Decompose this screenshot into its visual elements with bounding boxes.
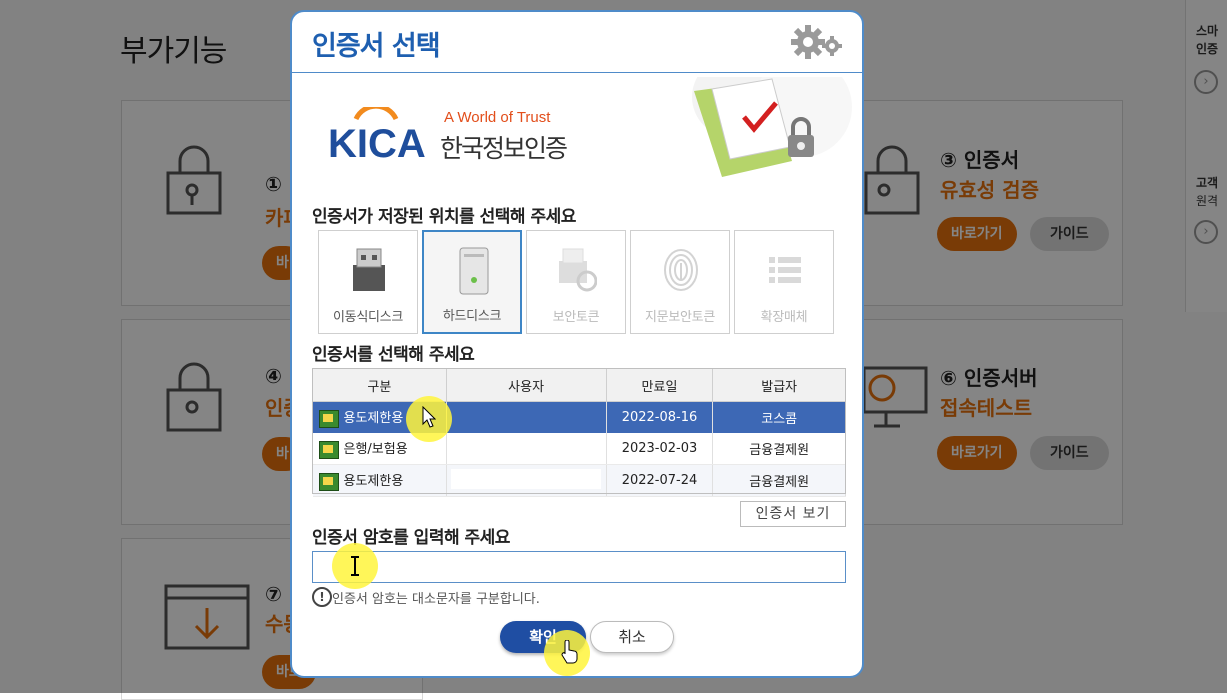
hand-pointer-icon — [561, 640, 578, 664]
location-security-token: 보안토큰 — [526, 230, 626, 334]
kica-logo-icon: KICA — [328, 107, 426, 159]
location-hard-disk[interactable]: 하드디스크 — [422, 230, 522, 334]
column-header: 사용자 — [445, 368, 607, 402]
cert-expiry: 2022-08-16 — [606, 401, 714, 433]
certificate-icon — [318, 409, 339, 428]
column-header: 발급자 — [712, 368, 846, 402]
table-row[interactable]: 용도제한용 2022-07-24 금융결제원 — [312, 464, 846, 497]
text-cursor-icon — [351, 556, 359, 576]
location-label: 지문보안토큰 — [645, 310, 715, 325]
info-icon: ! — [312, 587, 332, 607]
security-token-icon — [559, 248, 597, 292]
cert-type: 용도제한용 — [343, 474, 404, 490]
cert-issuer: 금융결제원 — [712, 464, 846, 497]
cert-expiry: 2023-02-03 — [606, 433, 714, 465]
password-field[interactable] — [312, 551, 846, 583]
certificate-icon — [318, 440, 339, 459]
usb-drive-icon — [353, 248, 385, 291]
cert-type: 은행/보험용 — [343, 442, 408, 458]
location-label: 하드디스크 — [442, 309, 502, 324]
table-header: 구분 사용자 만료일 발급자 — [312, 368, 846, 402]
table-row[interactable]: 용도제한용 2022-08-16 코스콤 — [312, 401, 846, 433]
svg-text:KICA: KICA — [328, 122, 426, 159]
list-icon — [769, 257, 801, 283]
table-row[interactable]: 은행/보험용 2023-02-03 금융결제원 — [312, 433, 846, 465]
cert-issuer: 코스콤 — [712, 401, 846, 433]
cert-issuer: 금융결제원 — [712, 433, 846, 465]
cert-prompt: 인증서를 선택해 주세요 — [312, 345, 475, 365]
fingerprint-icon — [664, 249, 698, 291]
certificate-table: 구분 사용자 만료일 발급자 용도제한용 2022-08-16 코스콤 은행/보… — [312, 368, 846, 497]
password-prompt: 인증서 암호를 입력해 주세요 — [312, 528, 510, 548]
location-fingerprint-token: 지문보안토큰 — [630, 230, 730, 334]
storage-location-group: 이동식디스크 하드디스크 보안토큰 지문보안토큰 확장매체 — [318, 230, 838, 336]
location-label: 보안토큰 — [552, 310, 600, 325]
cancel-button[interactable]: 취소 — [590, 621, 674, 653]
cert-user — [446, 433, 607, 465]
certificate-select-dialog: 인증서 선택 KICA A World of Trust 한국정보인증 인증서가… — [290, 10, 864, 678]
gear-icon[interactable] — [788, 22, 844, 62]
location-prompt: 인증서가 저장된 위치를 선택해 주세요 — [312, 207, 576, 227]
column-header: 만료일 — [605, 368, 714, 402]
location-extended-media: 확장매체 — [734, 230, 834, 334]
hard-disk-icon — [459, 247, 489, 295]
cert-user — [451, 468, 602, 489]
cert-type: 용도제한용 — [343, 411, 404, 427]
brand-banner: KICA A World of Trust 한국정보인증 — [292, 73, 862, 183]
brand-tagline: A World of Trust — [444, 109, 551, 126]
location-label: 이동식디스크 — [333, 310, 403, 325]
mouse-pointer-icon — [422, 406, 436, 428]
certificate-folder-lock-icon — [692, 77, 852, 177]
certificate-icon — [318, 472, 339, 491]
view-certificate-button[interactable]: 인증서 보기 — [740, 501, 846, 527]
location-label: 확장매체 — [760, 310, 808, 325]
dialog-title: 인증서 선택 — [312, 31, 441, 62]
cert-user — [446, 401, 607, 433]
brand-name: 한국정보인증 — [440, 135, 568, 163]
location-removable-disk[interactable]: 이동식디스크 — [318, 230, 418, 334]
cert-expiry: 2022-07-24 — [606, 464, 714, 497]
password-hint: 인증서 암호는 대소문자를 구분합니다. — [332, 592, 540, 607]
cert-user — [446, 464, 607, 497]
